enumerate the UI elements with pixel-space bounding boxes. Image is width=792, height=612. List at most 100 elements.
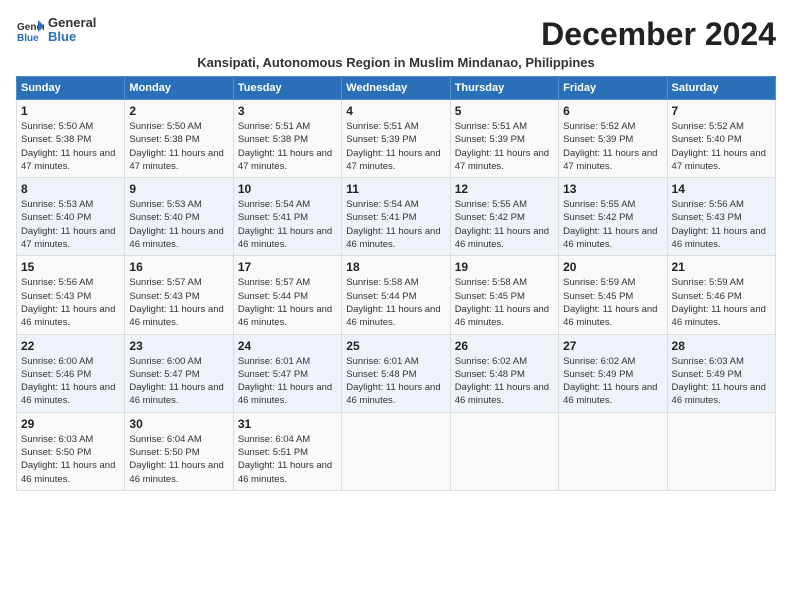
day-info: Sunrise: 5:55 AM Sunset: 5:42 PM Dayligh… <box>563 198 662 251</box>
calendar-cell <box>450 412 558 490</box>
day-info: Sunrise: 6:02 AM Sunset: 5:49 PM Dayligh… <box>563 355 662 408</box>
day-info: Sunrise: 5:51 AM Sunset: 5:39 PM Dayligh… <box>455 120 554 173</box>
day-info: Sunrise: 6:00 AM Sunset: 5:46 PM Dayligh… <box>21 355 120 408</box>
column-header-tuesday: Tuesday <box>233 77 341 100</box>
column-header-thursday: Thursday <box>450 77 558 100</box>
calendar-cell: 8 Sunrise: 5:53 AM Sunset: 5:40 PM Dayli… <box>17 178 125 256</box>
calendar-cell: 10 Sunrise: 5:54 AM Sunset: 5:41 PM Dayl… <box>233 178 341 256</box>
column-header-friday: Friday <box>559 77 667 100</box>
day-number: 18 <box>346 260 445 274</box>
calendar-cell: 19 Sunrise: 5:58 AM Sunset: 5:45 PM Dayl… <box>450 256 558 334</box>
day-number: 26 <box>455 339 554 353</box>
day-info: Sunrise: 5:52 AM Sunset: 5:39 PM Dayligh… <box>563 120 662 173</box>
day-info: Sunrise: 6:01 AM Sunset: 5:48 PM Dayligh… <box>346 355 445 408</box>
week-row-1: 1 Sunrise: 5:50 AM Sunset: 5:38 PM Dayli… <box>17 100 776 178</box>
calendar-cell: 23 Sunrise: 6:00 AM Sunset: 5:47 PM Dayl… <box>125 334 233 412</box>
day-info: Sunrise: 5:59 AM Sunset: 5:45 PM Dayligh… <box>563 276 662 329</box>
day-number: 12 <box>455 182 554 196</box>
calendar-cell: 1 Sunrise: 5:50 AM Sunset: 5:38 PM Dayli… <box>17 100 125 178</box>
column-header-sunday: Sunday <box>17 77 125 100</box>
day-info: Sunrise: 5:55 AM Sunset: 5:42 PM Dayligh… <box>455 198 554 251</box>
day-info: Sunrise: 5:53 AM Sunset: 5:40 PM Dayligh… <box>129 198 228 251</box>
day-number: 31 <box>238 417 337 431</box>
day-number: 21 <box>672 260 771 274</box>
day-number: 6 <box>563 104 662 118</box>
day-number: 17 <box>238 260 337 274</box>
calendar-table: SundayMondayTuesdayWednesdayThursdayFrid… <box>16 76 776 491</box>
day-info: Sunrise: 6:03 AM Sunset: 5:49 PM Dayligh… <box>672 355 771 408</box>
main-title: December 2024 <box>541 16 776 53</box>
calendar-cell: 30 Sunrise: 6:04 AM Sunset: 5:50 PM Dayl… <box>125 412 233 490</box>
day-info: Sunrise: 5:51 AM Sunset: 5:39 PM Dayligh… <box>346 120 445 173</box>
subtitle: Kansipati, Autonomous Region in Muslim M… <box>16 55 776 70</box>
day-info: Sunrise: 5:53 AM Sunset: 5:40 PM Dayligh… <box>21 198 120 251</box>
calendar-cell: 26 Sunrise: 6:02 AM Sunset: 5:48 PM Dayl… <box>450 334 558 412</box>
day-number: 19 <box>455 260 554 274</box>
logo-text-line2: Blue <box>48 30 96 44</box>
day-number: 28 <box>672 339 771 353</box>
day-number: 14 <box>672 182 771 196</box>
day-info: Sunrise: 5:52 AM Sunset: 5:40 PM Dayligh… <box>672 120 771 173</box>
day-info: Sunrise: 6:04 AM Sunset: 5:50 PM Dayligh… <box>129 433 228 486</box>
calendar-cell: 27 Sunrise: 6:02 AM Sunset: 5:49 PM Dayl… <box>559 334 667 412</box>
calendar-cell: 17 Sunrise: 5:57 AM Sunset: 5:44 PM Dayl… <box>233 256 341 334</box>
calendar-cell: 16 Sunrise: 5:57 AM Sunset: 5:43 PM Dayl… <box>125 256 233 334</box>
logo: General Blue General Blue <box>16 16 96 45</box>
calendar-cell: 20 Sunrise: 5:59 AM Sunset: 5:45 PM Dayl… <box>559 256 667 334</box>
day-number: 25 <box>346 339 445 353</box>
calendar-cell: 25 Sunrise: 6:01 AM Sunset: 5:48 PM Dayl… <box>342 334 450 412</box>
day-info: Sunrise: 5:54 AM Sunset: 5:41 PM Dayligh… <box>238 198 337 251</box>
day-info: Sunrise: 6:01 AM Sunset: 5:47 PM Dayligh… <box>238 355 337 408</box>
day-info: Sunrise: 6:02 AM Sunset: 5:48 PM Dayligh… <box>455 355 554 408</box>
day-number: 24 <box>238 339 337 353</box>
day-info: Sunrise: 6:00 AM Sunset: 5:47 PM Dayligh… <box>129 355 228 408</box>
week-row-3: 15 Sunrise: 5:56 AM Sunset: 5:43 PM Dayl… <box>17 256 776 334</box>
calendar-cell: 31 Sunrise: 6:04 AM Sunset: 5:51 PM Dayl… <box>233 412 341 490</box>
calendar-cell: 9 Sunrise: 5:53 AM Sunset: 5:40 PM Dayli… <box>125 178 233 256</box>
calendar-cell: 29 Sunrise: 6:03 AM Sunset: 5:50 PM Dayl… <box>17 412 125 490</box>
svg-text:Blue: Blue <box>17 33 39 42</box>
day-info: Sunrise: 5:51 AM Sunset: 5:38 PM Dayligh… <box>238 120 337 173</box>
logo-icon: General Blue <box>16 18 44 42</box>
day-number: 11 <box>346 182 445 196</box>
day-info: Sunrise: 5:57 AM Sunset: 5:44 PM Dayligh… <box>238 276 337 329</box>
day-number: 29 <box>21 417 120 431</box>
logo-text-line1: General <box>48 16 96 30</box>
day-number: 22 <box>21 339 120 353</box>
week-row-5: 29 Sunrise: 6:03 AM Sunset: 5:50 PM Dayl… <box>17 412 776 490</box>
day-info: Sunrise: 5:50 AM Sunset: 5:38 PM Dayligh… <box>21 120 120 173</box>
calendar-cell: 24 Sunrise: 6:01 AM Sunset: 5:47 PM Dayl… <box>233 334 341 412</box>
column-header-wednesday: Wednesday <box>342 77 450 100</box>
day-number: 27 <box>563 339 662 353</box>
day-info: Sunrise: 6:04 AM Sunset: 5:51 PM Dayligh… <box>238 433 337 486</box>
day-number: 16 <box>129 260 228 274</box>
calendar-cell: 14 Sunrise: 5:56 AM Sunset: 5:43 PM Dayl… <box>667 178 775 256</box>
calendar-cell: 13 Sunrise: 5:55 AM Sunset: 5:42 PM Dayl… <box>559 178 667 256</box>
column-header-monday: Monday <box>125 77 233 100</box>
top-row: General Blue General Blue December 2024 <box>16 16 776 55</box>
calendar-cell: 3 Sunrise: 5:51 AM Sunset: 5:38 PM Dayli… <box>233 100 341 178</box>
day-info: Sunrise: 5:56 AM Sunset: 5:43 PM Dayligh… <box>21 276 120 329</box>
calendar-cell: 5 Sunrise: 5:51 AM Sunset: 5:39 PM Dayli… <box>450 100 558 178</box>
day-number: 23 <box>129 339 228 353</box>
calendar-cell: 21 Sunrise: 5:59 AM Sunset: 5:46 PM Dayl… <box>667 256 775 334</box>
calendar-cell: 11 Sunrise: 5:54 AM Sunset: 5:41 PM Dayl… <box>342 178 450 256</box>
day-number: 30 <box>129 417 228 431</box>
calendar-cell: 2 Sunrise: 5:50 AM Sunset: 5:38 PM Dayli… <box>125 100 233 178</box>
day-info: Sunrise: 5:50 AM Sunset: 5:38 PM Dayligh… <box>129 120 228 173</box>
calendar-cell: 4 Sunrise: 5:51 AM Sunset: 5:39 PM Dayli… <box>342 100 450 178</box>
calendar-cell: 12 Sunrise: 5:55 AM Sunset: 5:42 PM Dayl… <box>450 178 558 256</box>
day-number: 1 <box>21 104 120 118</box>
day-number: 7 <box>672 104 771 118</box>
day-number: 15 <box>21 260 120 274</box>
calendar-cell <box>342 412 450 490</box>
day-number: 13 <box>563 182 662 196</box>
day-number: 3 <box>238 104 337 118</box>
day-number: 2 <box>129 104 228 118</box>
day-number: 9 <box>129 182 228 196</box>
day-info: Sunrise: 5:56 AM Sunset: 5:43 PM Dayligh… <box>672 198 771 251</box>
calendar-cell: 28 Sunrise: 6:03 AM Sunset: 5:49 PM Dayl… <box>667 334 775 412</box>
day-info: Sunrise: 5:58 AM Sunset: 5:44 PM Dayligh… <box>346 276 445 329</box>
calendar-cell: 18 Sunrise: 5:58 AM Sunset: 5:44 PM Dayl… <box>342 256 450 334</box>
day-number: 5 <box>455 104 554 118</box>
